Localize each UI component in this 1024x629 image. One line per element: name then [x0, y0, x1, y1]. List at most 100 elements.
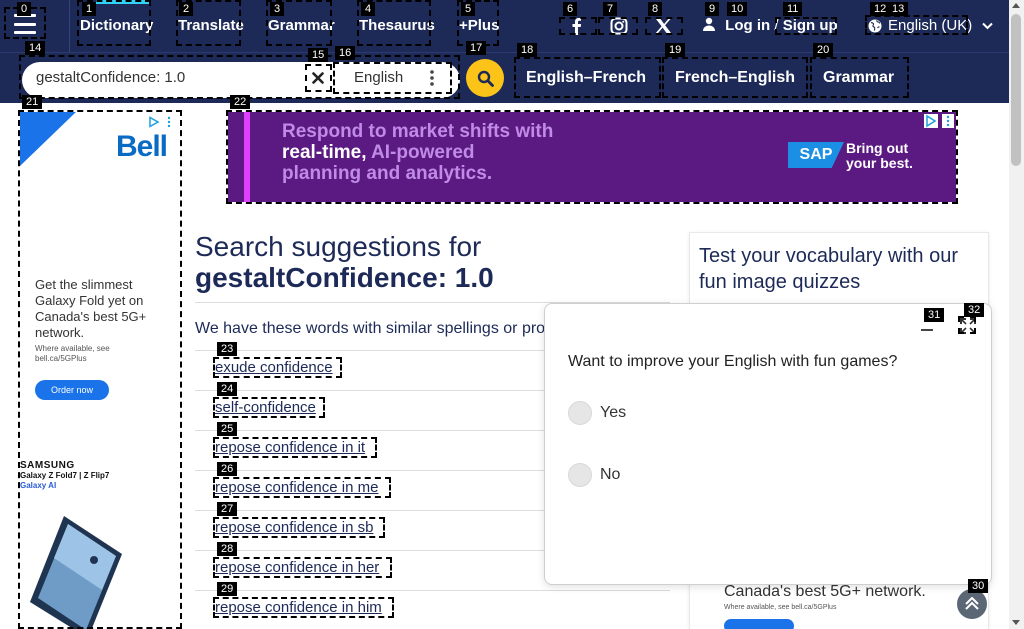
dictionary-page: Dictionary Translate Grammar Thesaurus +… [0, 0, 1024, 629]
tab-french-english[interactable]: French–English [675, 69, 795, 87]
mark-label: 14 [25, 41, 46, 55]
mark-label: 17 [466, 41, 487, 55]
mark-label: 8 [648, 2, 663, 16]
radio-no-label[interactable]: No [600, 466, 620, 484]
mark-label: 0 [17, 2, 32, 16]
suggestion-link[interactable]: exude confidence [215, 359, 333, 376]
nav-grammar[interactable]: Grammar [268, 17, 335, 34]
page-title: Search suggestions for [195, 231, 482, 262]
mark-label: 23 [217, 342, 238, 356]
scrollbar-thumb[interactable] [1011, 14, 1021, 166]
suggestion-link[interactable]: self-confidence [215, 399, 316, 416]
ad-order-button[interactable]: Order now [35, 380, 109, 400]
mark-label: 16 [335, 46, 356, 60]
suggestion-link[interactable]: repose confidence in her [215, 559, 379, 576]
mark-label: 31 [924, 308, 945, 322]
mark-label: 10 [727, 2, 748, 16]
search-language-select[interactable]: English [333, 63, 451, 93]
top-banner-advertisement[interactable]: Respond to market shifts with real-time,… [228, 112, 956, 202]
mark-label: 13 [888, 2, 909, 16]
mark-label: 19 [665, 43, 686, 57]
active-tab-indicator [96, 0, 150, 4]
scroll-up-arrow[interactable] [1012, 3, 1020, 8]
mark-label: 21 [22, 95, 43, 109]
radio-yes-label[interactable]: Yes [600, 404, 626, 422]
sap-headline: Respond to market shifts with real-time,… [282, 121, 554, 184]
nav-divider [69, 0, 70, 52]
ad-fineprint: Where available, see bell.ca/5GPlus [724, 604, 837, 611]
mark-label: 7 [603, 2, 618, 16]
mark-label: 26 [217, 462, 238, 476]
mark-label: 28 [217, 542, 238, 556]
nav-dictionary[interactable]: Dictionary [80, 17, 153, 34]
nav-translate[interactable]: Translate [178, 17, 244, 34]
chevron-up-icon [965, 597, 979, 610]
close-icon [312, 72, 324, 84]
suggestion-link[interactable]: repose confidence in him [215, 599, 382, 616]
chevron-down-icon [982, 22, 993, 29]
signup-link[interactable]: Sign up [783, 17, 838, 34]
search-icon [477, 70, 494, 87]
mark-label: 32 [964, 303, 985, 317]
x-twitter-icon[interactable] [652, 15, 674, 37]
user-icon [703, 17, 715, 31]
tab-grammar[interactable]: Grammar [823, 69, 894, 87]
clear-search-button[interactable] [305, 64, 331, 92]
suggestions-intro: We have these words with similar spellin… [195, 320, 546, 337]
tab-english-french[interactable]: English–French [526, 69, 646, 87]
mark-label: 25 [217, 422, 238, 436]
scroll-down-arrow[interactable] [1012, 620, 1020, 625]
mark-label: 30 [968, 579, 989, 593]
ad-headline: Get the slimmest Galaxy Fold yet on Cana… [35, 277, 147, 340]
mark-label: 22 [230, 95, 251, 109]
left-advertisement[interactable]: Bell Get the slimmest Galaxy Fold yet on… [20, 112, 180, 629]
adchoices-icon[interactable] [924, 114, 938, 128]
mark-label: 18 [517, 43, 538, 57]
radio-no[interactable] [568, 463, 592, 487]
samsung-branding: SAMSUNG Galaxy Z Fold7 | Z Flip7 Galaxy … [20, 460, 110, 491]
suggestion-link[interactable]: repose confidence in sb [215, 519, 373, 536]
ad-options-icon[interactable] [167, 115, 173, 128]
ad-headline: Canada's best 5G+ network. [724, 583, 926, 600]
login-signup: Log in / Sign up [703, 17, 838, 34]
top-nav: Dictionary Translate Grammar Thesaurus +… [0, 0, 1009, 52]
ad-options-icon[interactable] [942, 114, 954, 128]
mark-label: 4 [361, 2, 376, 16]
instagram-icon[interactable] [608, 15, 630, 37]
mark-label: 20 [813, 43, 834, 57]
phone-image [30, 516, 122, 629]
bell-logo: Bell [116, 130, 168, 163]
facebook-icon[interactable] [565, 15, 587, 37]
mark-label: 5 [461, 2, 476, 16]
suggestion-link[interactable]: repose confidence in me [215, 479, 378, 496]
adchoices-icon[interactable] [148, 115, 160, 128]
mark-label: 27 [217, 502, 238, 516]
mark-label: 15 [308, 48, 329, 62]
nav-thesaurus[interactable]: Thesaurus [359, 17, 435, 34]
radio-yes[interactable] [568, 401, 592, 425]
popup-question: Want to improve your English with fun ga… [568, 353, 898, 370]
games-survey-popup [544, 303, 992, 585]
search-input[interactable] [36, 61, 298, 93]
mark-label: 1 [82, 2, 97, 16]
language-label: English (UK) [888, 17, 973, 34]
language-selector[interactable]: English (UK) [868, 17, 993, 34]
quiz-title[interactable]: Test your vocabulary with our fun image … [699, 243, 979, 295]
mark-label: 11 [783, 2, 803, 16]
login-link[interactable]: Log in [725, 17, 770, 34]
globe-icon [868, 19, 882, 32]
search-button[interactable] [466, 59, 504, 97]
ad-fineprint: Where available, see bell.ca/5GPlus [35, 344, 110, 363]
search-language-label: English [354, 69, 404, 86]
nav-plus[interactable]: +Plus [459, 17, 499, 34]
mark-label: 9 [705, 2, 720, 16]
expand-icon[interactable] [958, 316, 978, 336]
suggestion-link[interactable]: repose confidence in it [215, 439, 365, 456]
mark-label: 2 [179, 2, 194, 16]
mark-label: 3 [270, 2, 285, 16]
page-title-query: gestaltConfidence: 1.0 [195, 262, 494, 293]
menu-icon[interactable] [14, 14, 36, 34]
back-to-top-button[interactable] [957, 589, 987, 619]
mark-label: 29 [217, 582, 238, 596]
ad-order-button[interactable] [724, 619, 794, 629]
